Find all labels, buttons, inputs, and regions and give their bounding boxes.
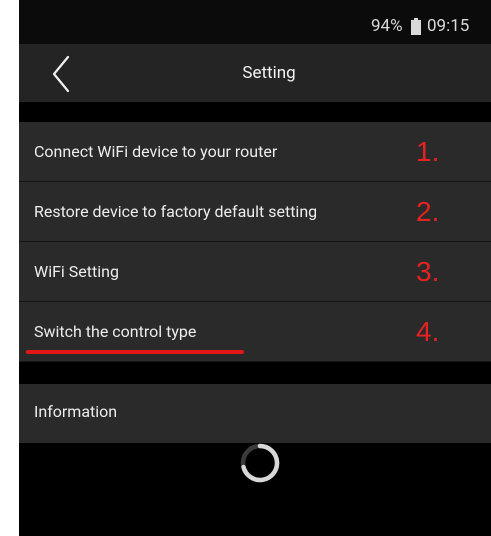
list-item-label: Restore device to factory default settin… (34, 202, 318, 221)
list-item-information[interactable]: Information (19, 384, 491, 443)
list-item-label: Information (34, 402, 118, 421)
annotation-number: 3. (416, 256, 440, 287)
list-item-label: WiFi Setting (34, 262, 119, 281)
list-item-restore-factory[interactable]: Restore device to factory default settin… (19, 182, 491, 242)
loading-spinner-icon (235, 441, 285, 485)
status-bar: 94% 09:15 (19, 0, 491, 44)
list-item-connect-wifi[interactable]: Connect WiFi device to your router 1. (19, 122, 491, 182)
list-item-label: Connect WiFi device to your router (34, 142, 278, 161)
annotation-underline (26, 350, 244, 354)
annotation-number: 1. (416, 136, 440, 167)
annotation-number: 4. (416, 316, 440, 347)
battery-percentage: 94% (371, 16, 403, 36)
list-item-switch-control-type[interactable]: Switch the control type 4. (19, 302, 491, 362)
list-item-wifi-setting[interactable]: WiFi Setting 3. (19, 242, 491, 302)
phone-screen: 94% 09:15 Setting Connect WiFi device to… (19, 0, 491, 536)
clock-time: 09:15 (427, 16, 470, 36)
annotation-number: 2. (416, 196, 440, 227)
page-title: Setting (242, 63, 296, 83)
app-bar: Setting (19, 44, 491, 102)
settings-list: Connect WiFi device to your router 1. Re… (19, 122, 491, 362)
battery-icon (411, 18, 421, 35)
